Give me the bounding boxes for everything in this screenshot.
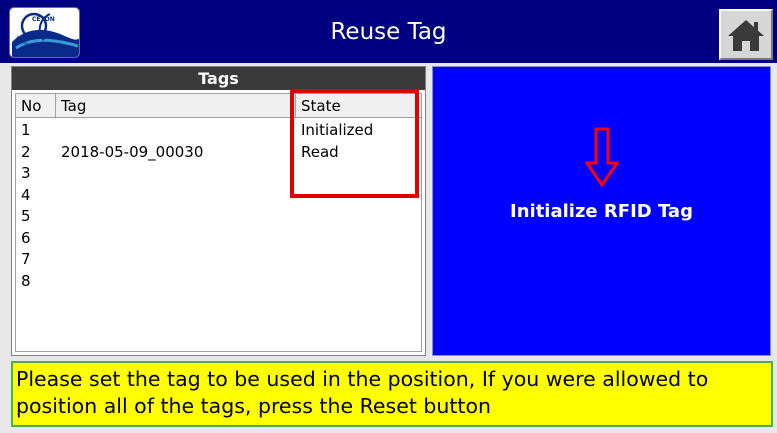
- tags-panel-title: Tags: [12, 67, 425, 90]
- table-row[interactable]: 2 2018-05-09_00030 Read: [16, 142, 421, 164]
- cell-no: 2: [21, 142, 31, 161]
- table-row[interactable]: 5: [16, 206, 421, 228]
- home-button[interactable]: [719, 9, 773, 60]
- table-row[interactable]: 7: [16, 249, 421, 271]
- cell-no: 3: [21, 164, 31, 182]
- tags-table[interactable]: No Tag State 1 Initialized 2 2018-05-09_…: [15, 93, 422, 352]
- cell-state: Initialized: [301, 121, 374, 139]
- home-icon: [728, 19, 764, 51]
- cell-tag: 2018-05-09_00030: [61, 142, 204, 161]
- column-header-state[interactable]: State: [296, 94, 421, 118]
- table-row[interactable]: 8: [16, 271, 421, 293]
- initialize-rfid-tag-label: Initialize RFID Tag: [510, 201, 693, 222]
- tags-panel: Tags No Tag State 1 Initialized 2 2018-0…: [11, 66, 426, 356]
- page-title: Reuse Tag: [330, 19, 447, 45]
- table-header: No Tag State: [16, 94, 421, 118]
- cell-no: 5: [21, 207, 31, 225]
- cell-no: 7: [21, 250, 31, 268]
- table-row[interactable]: 4: [16, 185, 421, 207]
- column-header-tag[interactable]: Tag: [56, 94, 296, 118]
- instruction-message: Please set the tag to be used in the pos…: [11, 361, 773, 427]
- initialize-rfid-tag-button[interactable]: Initialize RFID Tag: [432, 66, 771, 356]
- table-row[interactable]: 3: [16, 163, 421, 185]
- cell-no: 1: [21, 121, 31, 139]
- table-rows: 1 Initialized 2 2018-05-09_00030 Read 3 …: [16, 120, 421, 292]
- column-header-no[interactable]: No: [16, 94, 56, 118]
- down-arrow-icon: [585, 127, 619, 187]
- table-row[interactable]: 1 Initialized: [16, 120, 421, 142]
- table-row[interactable]: 6: [16, 228, 421, 250]
- title-bar: CEYON TECHNOLOGY Reuse Tag: [0, 0, 777, 63]
- cell-no: 4: [21, 185, 31, 204]
- cell-no: 6: [21, 228, 31, 247]
- cell-state: Read: [301, 142, 339, 161]
- cell-no: 8: [21, 271, 31, 290]
